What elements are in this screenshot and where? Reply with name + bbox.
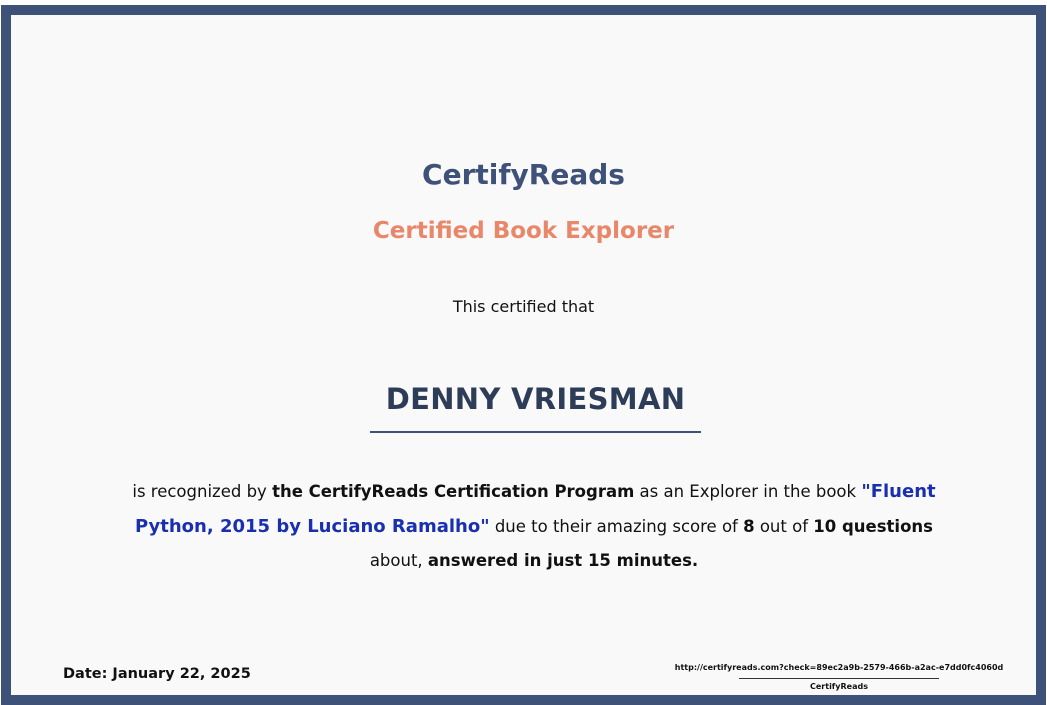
score-value: 8 xyxy=(743,516,755,536)
brand-title: CertifyReads xyxy=(422,158,625,191)
certificate-subtitle: Certified Book Explorer xyxy=(372,218,675,244)
body-part-4: out of xyxy=(754,516,814,536)
verification-block: http://certifyreads.com?check=89ec2a9b-2… xyxy=(666,662,1012,693)
body-part-1: is recognized by xyxy=(132,482,273,501)
recipient-name-block: DENNY VRIESMAN xyxy=(370,377,701,433)
recipient-name: DENNY VRIESMAN xyxy=(385,382,686,416)
signature-line xyxy=(739,678,939,679)
verification-link[interactable]: http://certifyreads.com?check=89ec2a9b-2… xyxy=(666,662,1012,674)
body-part-5: about, xyxy=(369,551,428,570)
program-name: the CertifyReads Certification Program xyxy=(272,482,635,501)
body-part-3: due to their amazing score of xyxy=(489,516,744,536)
issue-date: Date: January 22, 2025 xyxy=(63,666,251,682)
signature-label: CertifyReads xyxy=(810,682,868,691)
body-part-2: as an Explorer in the book xyxy=(634,482,862,501)
total-questions: 10 questions xyxy=(813,516,933,536)
certificate-frame: CertifyReads Certified Book Explorer Thi… xyxy=(1,5,1046,705)
completion-time: answered in just 15 minutes. xyxy=(427,551,699,570)
certificate-body: is recognized by the CertifyReads Certif… xyxy=(131,475,937,579)
intro-text: This certified that xyxy=(452,297,595,316)
